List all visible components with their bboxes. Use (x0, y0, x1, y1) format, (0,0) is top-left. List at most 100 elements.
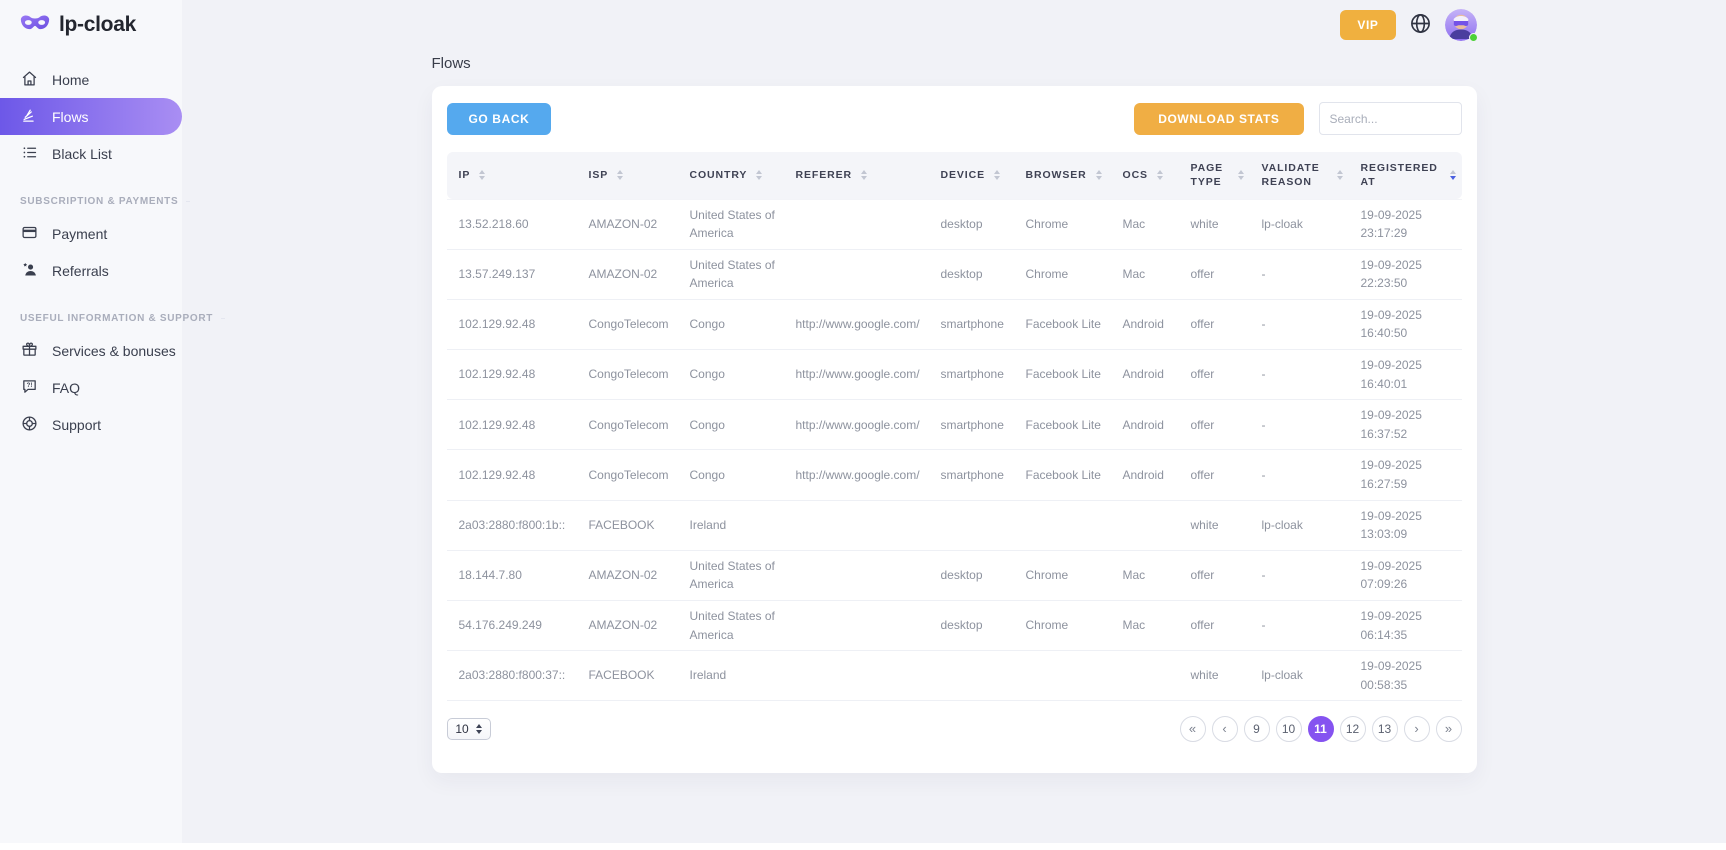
page-size-value: 10 (455, 722, 468, 736)
stepper-icon (476, 724, 482, 734)
table-cell: - (1250, 249, 1349, 299)
table-cell: 102.129.92.48 (447, 400, 577, 450)
table-cell: Android (1111, 400, 1179, 450)
page-title: Flows (432, 55, 1477, 72)
sidebar-item-home[interactable]: Home (0, 61, 182, 98)
column-header-device[interactable]: DEVICE (929, 152, 1014, 199)
table-cell: smartphone (929, 350, 1014, 400)
sidebar-item-flows[interactable]: Flows (0, 98, 182, 135)
go-back-button[interactable]: GO BACK (447, 103, 552, 135)
table-row: 13.52.218.60AMAZON-02United States of Am… (447, 199, 1462, 249)
column-header-browser[interactable]: BROWSER (1014, 152, 1111, 199)
table-cell: 102.129.92.48 (447, 450, 577, 500)
sidebar-item-label: FAQ (52, 380, 80, 396)
sidebar-item-label: Support (52, 417, 101, 433)
sidebar-section-label: Useful information & support (20, 313, 182, 324)
column-header-referer[interactable]: REFERER (784, 152, 929, 199)
table-cell: desktop (929, 249, 1014, 299)
table-cell: white (1179, 651, 1250, 701)
table-cell: 13.57.249.137 (447, 249, 577, 299)
pagination-page-9[interactable]: 9 (1244, 716, 1270, 742)
table-cell: 19-09-2025 06:14:35 (1349, 601, 1462, 651)
table-cell: Android (1111, 299, 1179, 349)
flows-table: IPISPCOUNTRYREFERERDEVICEBROWSEROCSPAGE … (447, 152, 1462, 701)
pagination-first[interactable]: « (1180, 716, 1206, 742)
avatar[interactable] (1445, 9, 1477, 41)
table-cell: desktop (929, 199, 1014, 249)
column-header-validate-reason[interactable]: VALIDATE REASON (1250, 152, 1349, 199)
table-cell (1111, 651, 1179, 701)
table-cell: 19-09-2025 22:23:50 (1349, 249, 1462, 299)
flows-card: GO BACK DOWNLOAD STATS IPISPCOUNTRYREFER… (432, 86, 1477, 773)
table-cell: Facebook Lite (1014, 450, 1111, 500)
table-cell: 102.129.92.48 (447, 350, 577, 400)
table-cell: Congo (678, 350, 784, 400)
table-cell: 18.144.7.80 (447, 550, 577, 600)
table-header-row: IPISPCOUNTRYREFERERDEVICEBROWSEROCSPAGE … (447, 152, 1462, 199)
column-header-registered-at[interactable]: REGISTERED AT (1349, 152, 1462, 199)
table-cell: offer (1179, 601, 1250, 651)
column-header-page-type[interactable]: PAGE TYPE (1179, 152, 1250, 199)
table-cell: Facebook Lite (1014, 400, 1111, 450)
pagination-page-13[interactable]: 13 (1372, 716, 1398, 742)
sidebar-item-label: Services & bonuses (52, 343, 176, 359)
table-row: 102.129.92.48CongoTelecomCongohttp://www… (447, 400, 1462, 450)
language-button[interactable] (1409, 12, 1432, 38)
table-cell: Android (1111, 350, 1179, 400)
page-size-select[interactable]: 10 (447, 718, 491, 740)
brand-logo[interactable]: lp-cloak (0, 0, 182, 37)
table-cell: Ireland (678, 500, 784, 550)
download-stats-button[interactable]: DOWNLOAD STATS (1134, 103, 1303, 135)
table-cell (1111, 500, 1179, 550)
table-cell: AMAZON-02 (577, 199, 678, 249)
pagination-page-12[interactable]: 12 (1340, 716, 1366, 742)
table-cell: United States of America (678, 601, 784, 651)
pagination-last[interactable]: » (1436, 716, 1462, 742)
table-cell (784, 601, 929, 651)
table-cell (784, 199, 929, 249)
sort-icon (1337, 170, 1343, 180)
column-header-ip[interactable]: IP (447, 152, 577, 199)
sidebar-section-label: Subscription & payments (20, 196, 182, 207)
table-cell: Chrome (1014, 199, 1111, 249)
column-header-isp[interactable]: ISP (577, 152, 678, 199)
column-header-country[interactable]: COUNTRY (678, 152, 784, 199)
table-cell: lp-cloak (1250, 500, 1349, 550)
search-input[interactable] (1319, 102, 1462, 135)
sidebar-item-label: Referrals (52, 263, 109, 279)
sidebar-item-referrals[interactable]: Referrals (0, 252, 182, 289)
pagination-page-10[interactable]: 10 (1276, 716, 1302, 742)
sidebar-nav: Home Flows Black List Subscription & paymen… (0, 61, 182, 443)
table-cell: Mac (1111, 199, 1179, 249)
sidebar-item-black-list[interactable]: Black List (0, 135, 182, 172)
table-cell: offer (1179, 299, 1250, 349)
table-cell: smartphone (929, 299, 1014, 349)
sort-icon (479, 170, 485, 180)
table-row: 102.129.92.48CongoTelecomCongohttp://www… (447, 350, 1462, 400)
table-cell: AMAZON-02 (577, 601, 678, 651)
pagination-page-11[interactable]: 11 (1308, 716, 1334, 742)
column-header-ocs[interactable]: OCS (1111, 152, 1179, 199)
online-status-dot (1469, 33, 1478, 42)
table-cell: 19-09-2025 16:27:59 (1349, 450, 1462, 500)
table-cell (784, 500, 929, 550)
sidebar-item-label: Home (52, 72, 89, 88)
flows-icon (21, 107, 38, 127)
table-cell: white (1179, 199, 1250, 249)
table-row: 2a03:2880:f800:37::FACEBOOKIrelandwhitel… (447, 651, 1462, 701)
table-cell: 54.176.249.249 (447, 601, 577, 651)
table-cell: offer (1179, 450, 1250, 500)
table-cell: AMAZON-02 (577, 550, 678, 600)
sidebar-item-faq[interactable]: ?!FAQ (0, 369, 182, 406)
sidebar-item-label: Flows (52, 109, 89, 125)
pagination-next[interactable]: › (1404, 716, 1430, 742)
table-cell: smartphone (929, 400, 1014, 450)
sidebar-item-support[interactable]: Support (0, 406, 182, 443)
sidebar-item-services-bonuses[interactable]: Services & bonuses (0, 332, 182, 369)
vip-button[interactable]: VIP (1340, 10, 1395, 40)
table-row: 13.57.249.137AMAZON-02United States of A… (447, 249, 1462, 299)
table-cell: Chrome (1014, 601, 1111, 651)
sort-icon (861, 170, 867, 180)
pagination-prev[interactable]: ‹ (1212, 716, 1238, 742)
sidebar-item-payment[interactable]: Payment (0, 215, 182, 252)
